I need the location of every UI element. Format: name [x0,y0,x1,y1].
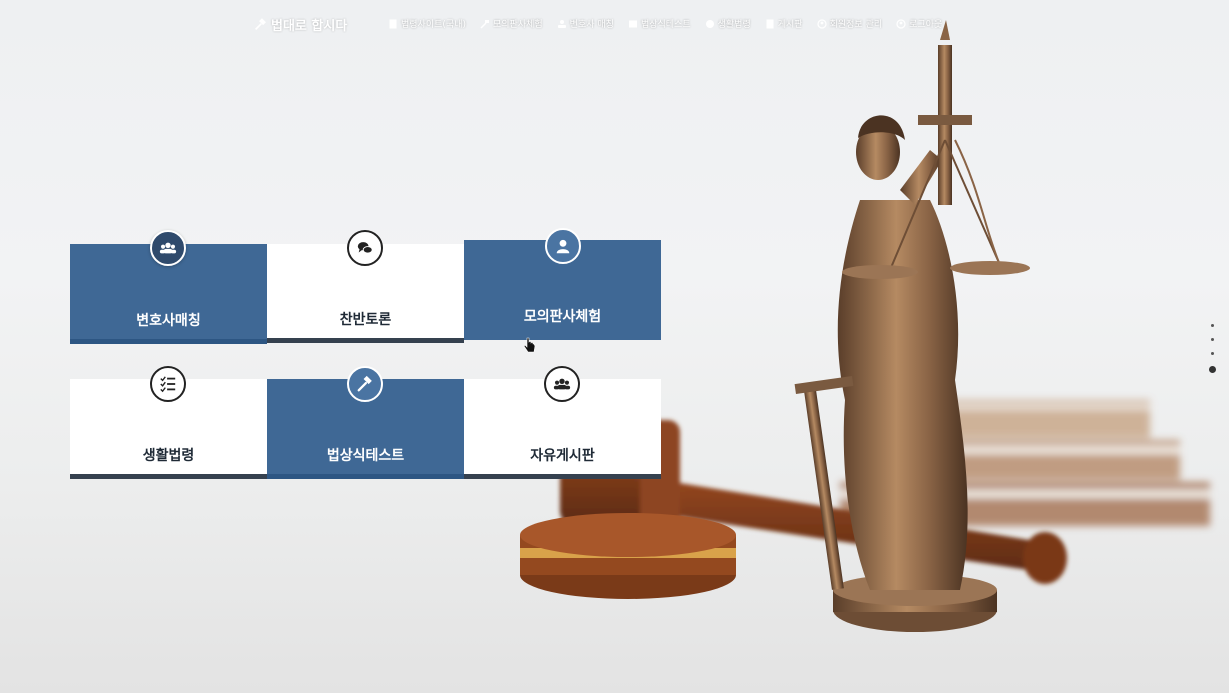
nav-item-label: 생활법령 [717,20,751,30]
card-bottom-bar [267,338,464,343]
users-icon [150,230,186,266]
card-label: 자유게시판 [530,448,595,464]
document-icon [389,19,397,28]
pager-dot-active[interactable] [1209,366,1216,373]
nav-item-mock-judge[interactable]: 모의판사체험 [480,17,543,30]
nav-item-member-info[interactable]: 회원정보 관리 [816,17,883,30]
mouse-cursor-icon [524,337,536,353]
lady-justice-background-image [520,20,1210,632]
users-icon [557,19,566,28]
users-icon [544,366,580,402]
card-label: 찬반토론 [339,312,392,328]
card-label: 변호사매칭 [136,313,201,329]
nav-item-life-law[interactable]: 생활법령 [705,17,751,30]
card-bottom-bar [464,474,661,479]
pager-dot[interactable] [1211,324,1214,327]
nav-item-label: 회원정보 관리 [829,20,883,30]
nav-item-label: 법령사이트(국내) [401,20,466,30]
gavel-icon [255,18,266,30]
checklist-icon [150,366,186,402]
site-logo-text: 법대로 합시다 [271,19,348,34]
card-label: 법상식테스트 [326,448,405,464]
gavel-icon [480,19,489,29]
card-bottom-bar [267,474,464,479]
pager-dot[interactable] [1211,338,1214,341]
nav-item-board[interactable]: 게시판 [765,17,803,30]
nav-item-label: 모의판사체험 [492,20,543,30]
nav-item-law-site[interactable]: 법령사이트(국내) [388,17,466,30]
site-logo[interactable]: 법대로 합시다 [254,15,347,34]
card-bottom-bar [70,474,267,479]
user-icon [816,18,827,29]
hero-background: 법대로 합시다 법령사이트(국내) 모의판사체험 변호사 매칭 법상식테스트 생… [0,0,1229,693]
nav-item-label: 변호사 매칭 [569,20,614,30]
nav-item-label: 게시판 [777,20,803,30]
chat-icon [347,230,383,266]
user-icon [896,18,906,29]
card-label: 생활법령 [142,448,195,464]
list-icon [766,19,774,28]
card-bottom-bar [70,339,267,344]
pager-dot[interactable] [1211,352,1214,355]
section-pager [1209,324,1216,373]
nav-menu: 법령사이트(국내) 모의판사체험 변호사 매칭 법상식테스트 생활법령 게시판 [388,17,942,30]
globe-icon [705,19,714,28]
nav-item-logout[interactable]: 로그아웃 [896,17,942,30]
nav-item-label: 법상식테스트 [640,20,691,30]
user-icon [545,228,581,264]
card-label: 모의판사체험 [523,309,602,325]
nav-item-lawyer-matching[interactable]: 변호사 매칭 [557,17,614,30]
nav-item-law-test[interactable]: 법상식테스트 [628,17,691,30]
nav-item-label: 로그아웃 [909,20,943,30]
gavel-icon [347,366,383,402]
top-navigation: 법대로 합시다 법령사이트(국내) 모의판사체험 변호사 매칭 법상식테스트 생… [0,14,1229,36]
book-icon [628,20,637,27]
